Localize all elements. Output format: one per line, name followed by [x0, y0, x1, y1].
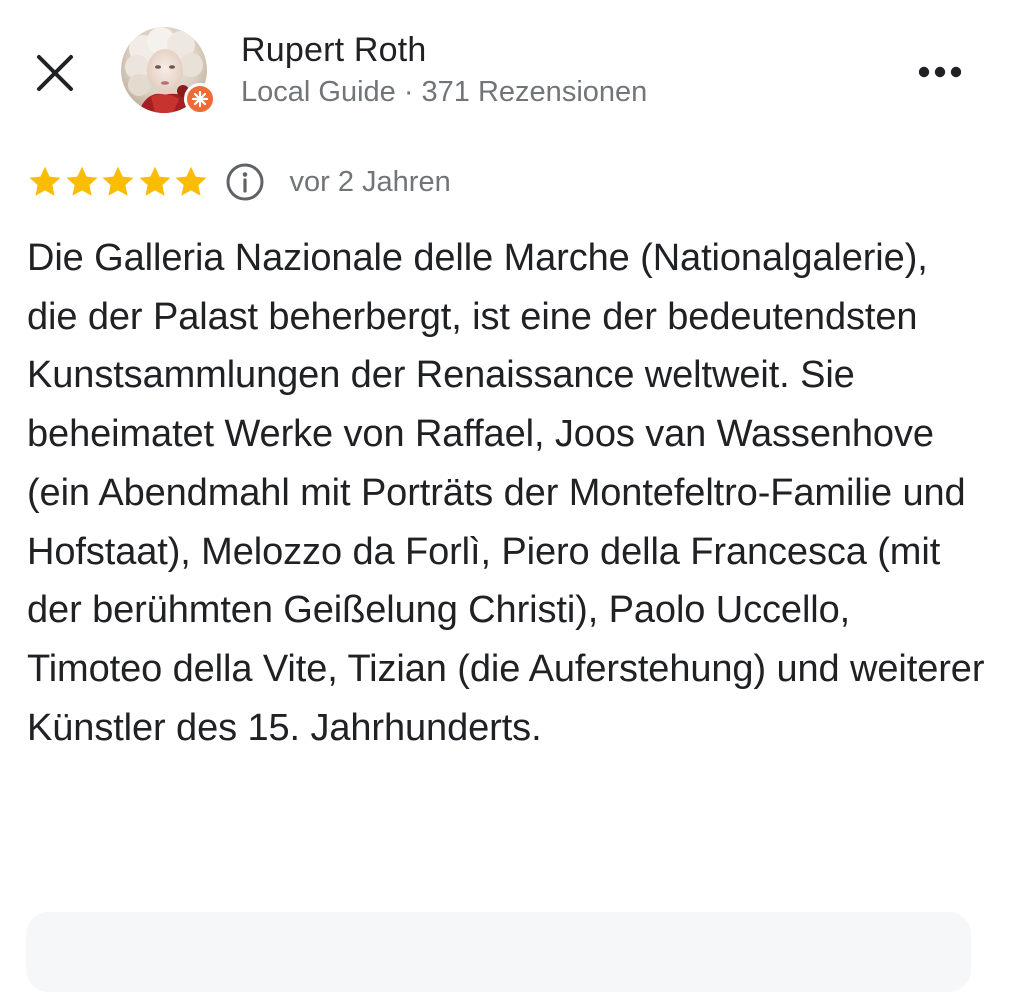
local-guide-badge — [184, 83, 216, 115]
owner-response-card — [26, 912, 971, 992]
star-icon — [139, 166, 170, 196]
more-horizontal-icon — [918, 66, 962, 78]
star-icon — [175, 166, 207, 196]
star-rating — [27, 164, 210, 200]
reviewer-name[interactable]: Rupert Roth — [241, 31, 427, 70]
reviewer-meta: Local Guide · 371 Rezensionen — [241, 76, 648, 108]
review-text: Die Galleria Nazionale delle Marche (Nat… — [27, 237, 985, 749]
star-icon — [102, 166, 134, 196]
star-icon — [66, 166, 97, 196]
avatar-container[interactable] — [121, 27, 219, 117]
close-button[interactable] — [30, 50, 80, 96]
review-header: Rupert Roth Local Guide · 371 Rezensione… — [0, 0, 1024, 130]
more-options-button[interactable] — [912, 54, 968, 90]
close-icon — [37, 55, 73, 91]
review-date: vor 2 Jahren — [289, 165, 451, 198]
star-icon — [29, 166, 61, 196]
info-button[interactable] — [224, 161, 266, 203]
rating-row: vor 2 Jahren — [27, 160, 451, 204]
info-icon — [226, 163, 263, 201]
local-guide-badge-icon — [191, 90, 209, 108]
